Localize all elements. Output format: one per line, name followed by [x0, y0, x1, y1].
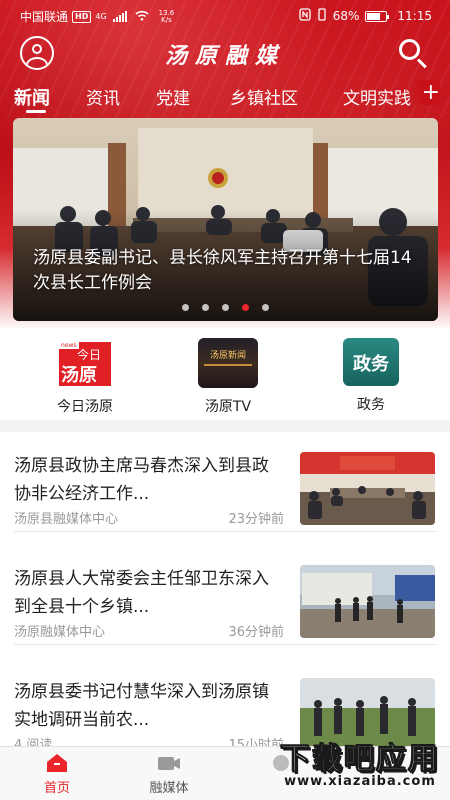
- news-title: 汤原县政协主席马春杰深入到县政协非公经济工作...: [14, 456, 269, 504]
- carousel-dot[interactable]: [182, 304, 189, 311]
- search-icon[interactable]: [396, 36, 430, 70]
- news-separator: [14, 644, 436, 645]
- tab-civilization-practice[interactable]: 文明实践: [343, 84, 411, 109]
- news-source: 汤原县融媒体中心: [14, 512, 119, 527]
- network-speed: 13.6 K/s: [159, 9, 175, 24]
- tv-icon-text: 汤原新闻: [209, 351, 246, 361]
- nav-label: 融媒体: [149, 781, 189, 796]
- nav-label: 首页: [43, 781, 70, 796]
- gov-icon-text: 政务: [353, 354, 389, 375]
- category-tabs: 新闻 资讯 党建 乡镇社区 文明实践 +: [0, 80, 450, 116]
- shortcut-today-tangyuan[interactable]: news 今日 汤原 今日汤原: [35, 338, 135, 416]
- tab-news[interactable]: 新闻: [14, 84, 50, 110]
- shortcut-label: 政务: [357, 397, 385, 413]
- news-time: 23分钟前: [228, 512, 284, 527]
- nav-media[interactable]: 融媒体: [124, 751, 214, 796]
- news-time: 36分钟前: [228, 625, 284, 640]
- shortcut-grid: news 今日 汤原 今日汤原 汤原新闻 汤原TV 政务 政务: [0, 330, 450, 420]
- top-bar: 汤原融媒: [0, 30, 450, 76]
- battery-percent: 68%: [332, 9, 360, 23]
- status-time: 11:15: [397, 9, 432, 23]
- carrier-label: 中国联通: [20, 10, 69, 24]
- carousel-dot[interactable]: [222, 304, 229, 311]
- status-bar: 中国联通 HD 4G 13.6 K/s 68% 11:15: [0, 0, 450, 30]
- battery-icon: [365, 10, 390, 22]
- signal-icon: [112, 11, 127, 22]
- news-thumbnail: [300, 565, 435, 638]
- hd-badge: HD: [72, 10, 92, 23]
- carousel-dot-active[interactable]: [242, 304, 249, 311]
- network-type-label: 4G: [95, 12, 107, 21]
- shortcut-label: 汤原TV: [204, 399, 252, 415]
- watermark-url: www.xiazaiba.com: [284, 774, 436, 789]
- watermark-main-text: 下载吧应用: [280, 742, 440, 778]
- tab-township-community[interactable]: 乡镇社区: [230, 84, 298, 109]
- news-item[interactable]: 汤原县人大常委会主任邹卫东深入到全县十个乡镇... 汤原融媒体中心 36分钟前: [0, 545, 450, 645]
- government-affairs-icon: 政务: [343, 338, 399, 386]
- carousel-dots: [13, 304, 438, 311]
- news-item[interactable]: 汤原县政协主席马春杰深入到县政协非公经济工作... 汤原县融媒体中心 23分钟前: [0, 432, 450, 532]
- news-carousel[interactable]: 汤原县委副书记、县长徐风军主持召开第十七届14次县长工作例会: [13, 118, 438, 321]
- app-title: 汤原融媒: [164, 43, 285, 69]
- video-camera-icon: [156, 751, 182, 775]
- icon-text-bottom: 汤原: [61, 365, 97, 386]
- carousel-dot[interactable]: [262, 304, 269, 311]
- tab-info[interactable]: 资讯: [86, 84, 120, 109]
- news-source: 汤原融媒体中心: [14, 625, 106, 640]
- speed-unit: K/s: [161, 15, 172, 24]
- shortcut-tangyuan-tv[interactable]: 汤原新闻 汤原TV: [178, 338, 278, 416]
- vibrate-icon: [317, 8, 327, 24]
- carousel-caption: 汤原县委副书记、县长徐风军主持召开第十七届14次县长工作例会: [33, 248, 412, 293]
- news-separator: [14, 531, 436, 532]
- nfc-icon: [299, 8, 311, 24]
- shortcut-label: 今日汤原: [57, 399, 113, 415]
- wifi-icon: [135, 10, 149, 24]
- home-icon: [44, 751, 70, 775]
- news-title: 汤原县人大常委会主任邹卫东深入到全县十个乡镇...: [14, 569, 269, 617]
- section-divider: [0, 420, 450, 432]
- news-title: 汤原县委书记付慧华深入到汤原镇实地调研当前农...: [14, 682, 269, 730]
- nav-home[interactable]: 首页: [12, 751, 102, 796]
- news-thumbnail: [300, 452, 435, 525]
- watermark-logo: 下载吧应用 www.xiazaiba.com: [274, 734, 446, 794]
- plus-icon[interactable]: +: [411, 80, 440, 105]
- active-tab-indicator: [26, 110, 46, 113]
- tab-party-building[interactable]: 党建: [156, 84, 190, 109]
- today-tangyuan-icon: news 今日 汤原: [55, 338, 115, 388]
- carousel-dot[interactable]: [202, 304, 209, 311]
- tangyuan-tv-icon: 汤原新闻: [198, 338, 258, 388]
- icon-news-badge: news: [59, 342, 79, 349]
- shortcut-government-affairs[interactable]: 政务 政务: [321, 338, 421, 414]
